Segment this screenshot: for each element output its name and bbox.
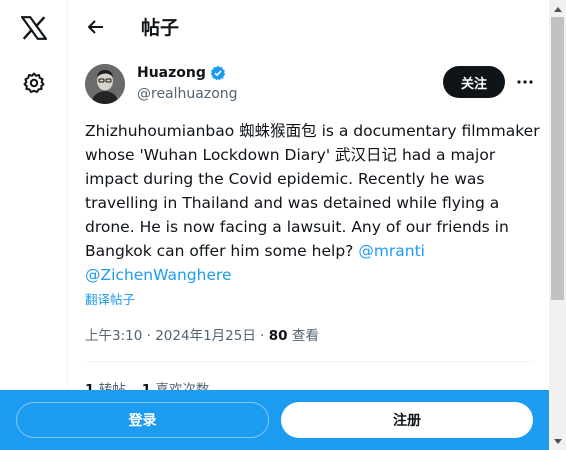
tweet-text: Zhizhuhoumianbao 蜘蛛猴面包 is a documentary … xyxy=(85,119,541,287)
scroll-down-arrow-icon[interactable] xyxy=(549,433,566,450)
page-title: 帖子 xyxy=(141,17,180,39)
divider xyxy=(85,361,533,362)
translate-link[interactable]: 翻译帖子 xyxy=(85,289,135,308)
tweet-time[interactable]: 上午3:10 xyxy=(85,328,142,344)
scrollbar[interactable] xyxy=(549,0,566,450)
separator: · xyxy=(146,328,156,344)
signup-button[interactable]: 注册 xyxy=(281,402,533,438)
nav-rail xyxy=(0,0,68,450)
arrow-left-icon[interactable] xyxy=(79,10,113,44)
views-count: 80 xyxy=(268,328,288,344)
tweet-date[interactable]: 2024年1月25日 xyxy=(155,328,256,344)
tweet-meta: 上午3:10 · 2024年1月25日 · 80 查看 xyxy=(85,324,319,344)
avatar[interactable] xyxy=(85,64,125,104)
login-button[interactable]: 登录 xyxy=(16,402,269,438)
tweet-author: Huazong @realhuazong 关注 xyxy=(85,64,535,108)
verified-badge-icon xyxy=(210,65,226,81)
scroll-up-arrow-icon[interactable] xyxy=(549,0,566,17)
mention-link[interactable]: @mranti xyxy=(358,242,425,260)
main-column: 帖子 Huazong @realhuazong 关注 Zhizhuhoumian… xyxy=(69,0,549,450)
separator: · xyxy=(260,328,269,344)
x-logo-icon[interactable] xyxy=(14,8,54,48)
page-header: 帖子 xyxy=(69,0,549,53)
tweet-text-body: Zhizhuhoumianbao 蜘蛛猴面包 is a documentary … xyxy=(85,122,540,260)
more-horizontal-icon[interactable] xyxy=(513,70,537,94)
bottom-login-bar: 登录 注册 xyxy=(0,390,549,450)
views-label: 查看 xyxy=(291,328,319,344)
scroll-thumb[interactable] xyxy=(551,17,564,300)
display-name[interactable]: Huazong xyxy=(137,65,226,81)
author-name: Huazong xyxy=(137,65,206,81)
gear-icon[interactable] xyxy=(14,63,54,103)
follow-button[interactable]: 关注 xyxy=(443,66,505,98)
mention-link[interactable]: @ZichenWanghere xyxy=(85,266,232,284)
author-handle[interactable]: @realhuazong xyxy=(137,86,238,102)
